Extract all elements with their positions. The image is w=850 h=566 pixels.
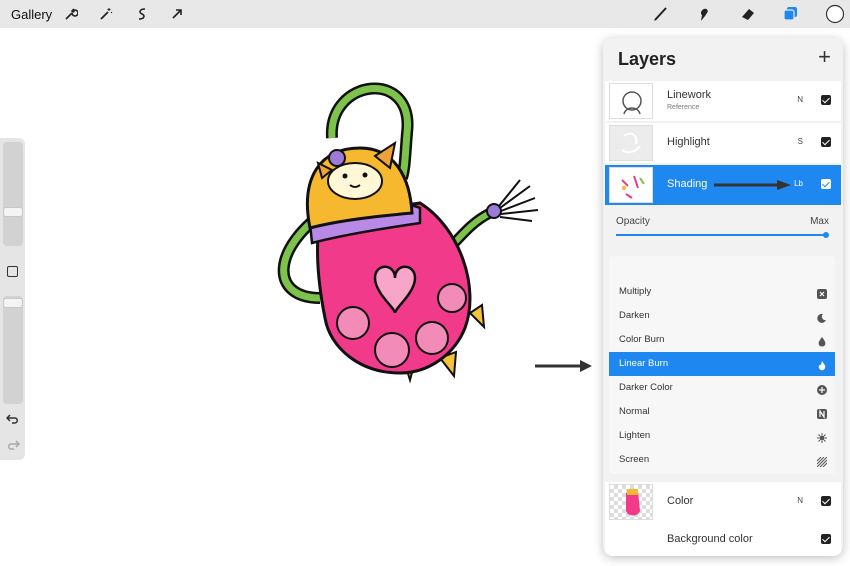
transform-arrow-icon[interactable]: [166, 4, 188, 24]
layer-blend-mode[interactable]: Lb: [794, 179, 803, 188]
layer-thumbnail: [609, 83, 653, 119]
layer-sub-label: Reference: [667, 104, 700, 111]
screen-lines-icon: [816, 454, 828, 468]
layer-name: Background color: [667, 533, 753, 545]
brush-size-slider[interactable]: [3, 142, 23, 246]
eraser-icon[interactable]: [737, 4, 759, 24]
burn-drop-icon: [817, 334, 827, 347]
top-toolbar: Gallery: [0, 0, 850, 28]
layer-blend-mode[interactable]: N: [797, 496, 803, 505]
blend-mode-label: Screen: [619, 454, 650, 465]
moon-icon: [817, 310, 827, 323]
layer-blend-mode[interactable]: N: [797, 95, 803, 104]
blend-mode-label: Darker Color: [619, 382, 673, 393]
layer-visibility-checkbox[interactable]: [821, 95, 831, 105]
blend-mode-label: Color Burn: [619, 334, 665, 345]
left-sidebar: [0, 138, 25, 460]
blend-mode-color-burn[interactable]: Color Burn: [609, 328, 835, 352]
layer-name: Linework: [667, 89, 712, 101]
n-icon: [817, 406, 827, 419]
blend-mode-lighten[interactable]: Lighten: [609, 424, 835, 448]
panel-title: Layers: [618, 49, 677, 69]
layer-visibility-checkbox[interactable]: [821, 137, 831, 147]
smudge-icon[interactable]: [693, 4, 715, 24]
magic-wand-icon[interactable]: [95, 4, 117, 24]
modify-square-icon[interactable]: [7, 266, 18, 277]
layer-name: Shading: [667, 178, 708, 190]
blend-mode-label: Linear Burn: [619, 358, 669, 369]
layer-name: Color: [667, 495, 694, 507]
brush-icon[interactable]: [650, 4, 672, 24]
background-color-swatch[interactable]: [609, 522, 653, 556]
add-layer-button[interactable]: +: [818, 46, 831, 68]
selection-icon[interactable]: [131, 4, 153, 24]
layer-row-linework[interactable]: Linework Reference N: [605, 81, 841, 121]
annotation-arrow-blend: [535, 360, 592, 372]
opacity-slider-knob[interactable]: [823, 232, 829, 238]
opacity-row: Opacity Max: [616, 216, 829, 227]
flame-icon: [817, 358, 827, 371]
gallery-button[interactable]: Gallery: [11, 7, 52, 22]
brush-size-thumb[interactable]: [3, 207, 23, 217]
color-swatch[interactable]: [823, 4, 847, 24]
layer-row-color[interactable]: Color N: [605, 482, 841, 522]
plus-circle-icon: [817, 382, 827, 395]
opacity-slider[interactable]: [3, 296, 23, 404]
redo-icon[interactable]: [6, 438, 21, 456]
layer-thumbnail: [609, 125, 653, 161]
blend-mode-label: Multiply: [619, 286, 652, 297]
blend-mode-darker-color[interactable]: Darker Color: [609, 376, 835, 400]
layer-blend-mode[interactable]: S: [798, 137, 803, 146]
undo-icon[interactable]: [5, 412, 20, 430]
blend-mode-normal[interactable]: Normal: [609, 400, 835, 424]
opacity-label: Opacity: [616, 216, 650, 227]
paw-illustration: [277, 82, 539, 384]
blend-mode-label: Lighten: [619, 430, 651, 441]
annotation-arrow-mode: [714, 180, 791, 190]
blend-mode-linear-burn[interactable]: Linear Burn: [609, 352, 835, 376]
blend-mode-label: Darken: [619, 310, 650, 321]
wrench-icon[interactable]: [60, 4, 82, 24]
blend-mode-screen[interactable]: Screen: [609, 448, 835, 472]
layer-thumbnail: [609, 167, 653, 203]
opacity-slider-track[interactable]: [616, 234, 826, 236]
layer-visibility-checkbox[interactable]: [821, 534, 831, 544]
layer-row-shading[interactable]: Shading Lb: [605, 165, 841, 205]
layer-thumbnail: [609, 484, 653, 520]
layer-row-background[interactable]: Background color: [605, 520, 841, 556]
layer-row-highlight[interactable]: Highlight S: [605, 123, 841, 163]
blend-mode-multiply[interactable]: Multiply: [609, 280, 835, 304]
layers-panel: Layers + Linework Reference N Highlight …: [603, 38, 843, 556]
layer-name: Highlight: [667, 136, 710, 148]
sun-icon: [817, 430, 827, 443]
layers-icon[interactable]: [780, 4, 802, 24]
layer-visibility-checkbox[interactable]: [821, 496, 831, 506]
layer-visibility-checkbox[interactable]: [821, 179, 831, 189]
blend-mode-label: Normal: [619, 406, 650, 417]
blend-mode-darken[interactable]: Darken: [609, 304, 835, 328]
opacity-value: Max: [810, 216, 829, 227]
multiply-icon: [817, 286, 827, 299]
opacity-thumb[interactable]: [3, 298, 23, 308]
blend-mode-list: Multiply Darken Color Burn Linear Burn D…: [609, 256, 835, 474]
